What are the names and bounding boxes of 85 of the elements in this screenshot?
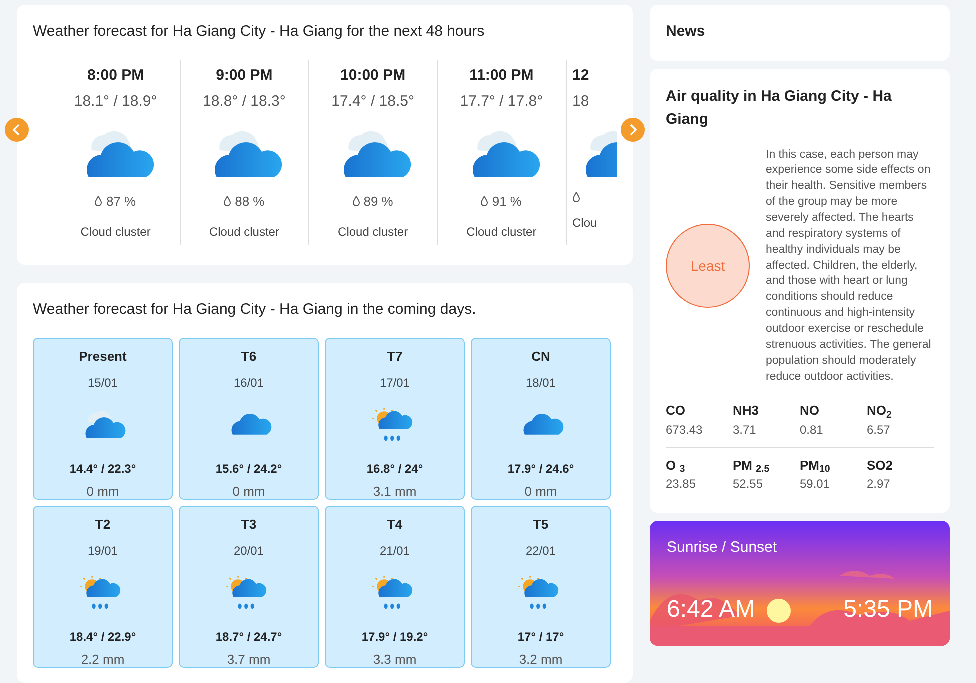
day-name: T2 [94, 516, 112, 534]
day-date: 17/01 [378, 375, 412, 392]
day-name: T3 [240, 516, 258, 534]
day-temperature: 14.4° / 22.3° [68, 461, 138, 478]
day-date: 21/01 [378, 543, 412, 560]
hour-temperature: 18 [572, 92, 590, 112]
chevron-right-icon [628, 124, 638, 136]
pollutant-name: O $_{3}$ [666, 456, 686, 476]
sunrise-time: 6:42 AM [667, 595, 756, 626]
day-name: Present [78, 348, 128, 366]
pollutant-name: NO$_{2}$ [867, 402, 893, 421]
droplet-icon [224, 196, 232, 206]
next-button[interactable] [621, 118, 645, 142]
droplet-icon [481, 196, 488, 206]
hour-time: 10:00 PM [340, 66, 407, 86]
precipitation: 0 mm [524, 483, 558, 501]
air-quality-level: Least [666, 224, 750, 308]
precipitation: 0 mm [232, 483, 266, 501]
pollutant-value: 673.43 [666, 422, 704, 439]
hour-time: 11:00 PM [468, 66, 535, 86]
day-name: CN [530, 348, 552, 366]
weather-condition: Cloud cluster [80, 224, 152, 241]
day-temperature: 16.8° / 24° [366, 461, 424, 478]
precipitation: 3.2 mm [518, 651, 564, 669]
pollutant-name: SO2 [867, 456, 894, 475]
day-name: T5 [532, 516, 550, 534]
day-temperature: 18.7° / 24.7° [214, 629, 284, 646]
day-temperature: 17.9° / 19.2° [360, 629, 430, 646]
hour-temperature: 18.1° / 18.9° [73, 92, 158, 112]
pollutant-name: NO [800, 402, 820, 420]
hour-time: 9:00 PM [215, 66, 274, 86]
pollutant-value: 52.55 [733, 476, 764, 494]
card-title: Sunrise / Sunset [667, 538, 778, 558]
day-date: 15/01 [86, 375, 120, 392]
day-date: 22/01 [524, 543, 558, 560]
precipitation: 0 mm [86, 483, 120, 501]
pollutant-value: 59.01 [800, 476, 832, 494]
pollutant-name: PM$_{10}$ [800, 456, 832, 476]
air-quality-description: In this case, each person may experience some side effects on their health. Sensitive members of the group may be more severely affected. The hearts and respiratory systems of healthy individuals may be affected. Children, the elderly, and those with heart or lung conditions should reduce continuous and high-intensity outdoor exercise or reschedule strenuous activities. The general population should moderately reduce outdoor activities. [766, 148, 932, 385]
day-name: T7 [386, 348, 404, 366]
day-date: 19/01 [86, 543, 120, 560]
day-date: 16/01 [232, 375, 266, 392]
pollutant-name: NH3 [733, 402, 760, 420]
panel-title: Weather forecast for Ha Giang City - Ha Giang for the next 48 hours [32, 22, 486, 42]
pollutant-name: PM $_{2.5}$ [733, 456, 771, 476]
day-temperature: 18.4° / 22.9° [68, 629, 138, 646]
weather-condition: Clou [572, 214, 598, 232]
day-name: T6 [240, 348, 258, 366]
droplet-icon [95, 196, 102, 206]
pollutant-value: 23.85 [666, 476, 698, 494]
humidity-value: 88 % [235, 192, 265, 210]
humidity-value: 89 % [364, 192, 394, 210]
hour-time: 8:00 PM [86, 66, 146, 86]
day-date: 20/01 [232, 543, 266, 560]
day-temperature: 15.6° / 24.2° [214, 461, 284, 478]
chevron-left-icon [12, 124, 22, 136]
weather-condition: Cloud cluster [337, 224, 410, 241]
humidity-value: 91 % [492, 192, 522, 210]
hour-time: 12 [572, 66, 590, 86]
pollutant-value: 3.71 [733, 422, 758, 439]
humidity-value: 87 % [106, 192, 136, 210]
day-date: 18/01 [524, 375, 558, 392]
hour-temperature: 17.4° / 18.5° [330, 92, 416, 112]
day-temperature: 17.9° / 24.6° [506, 461, 576, 478]
panel-title: News [666, 22, 706, 42]
pollutant-value: 2.97 [867, 476, 892, 494]
panel-title: Weather forecast for Ha Giang City - Ha Giang in the coming days. [33, 300, 478, 320]
weather-condition: Cloud cluster [466, 224, 538, 241]
day-name: T4 [386, 516, 404, 534]
previous-button[interactable] [5, 118, 29, 142]
droplet-icon [572, 192, 580, 202]
hour-temperature: 17.7° / 17.8° [459, 92, 544, 112]
precipitation: 3.1 mm [372, 483, 418, 501]
precipitation: 3.7 mm [226, 651, 272, 669]
pollutant-value: 6.57 [867, 422, 892, 439]
droplet-icon [352, 196, 360, 206]
hour-temperature: 18.8° / 18.3° [202, 92, 287, 112]
panel-title: Air quality in Ha Giang City - Ha Giang [666, 87, 893, 130]
day-temperature: 17° / 17° [516, 629, 566, 646]
pollutant-value: 0.81 [800, 422, 824, 439]
weather-condition: Cloud cluster [208, 224, 280, 241]
sunset-time: 5:35 PM [844, 595, 933, 626]
precipitation: 2.2 mm [80, 651, 126, 669]
precipitation: 3.3 mm [372, 651, 418, 669]
pollutant-name: CO [666, 402, 686, 420]
